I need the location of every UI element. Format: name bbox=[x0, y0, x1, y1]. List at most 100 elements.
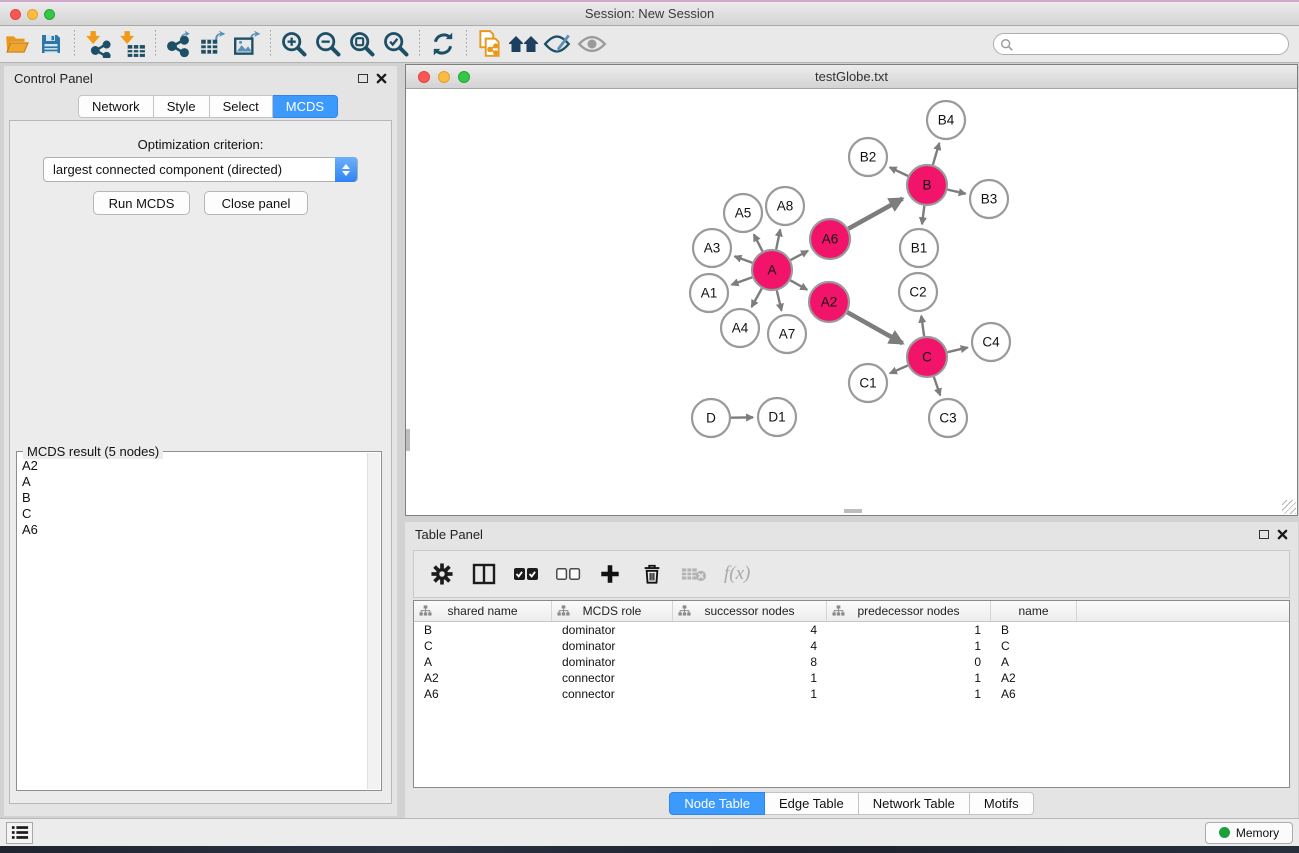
import-table-button[interactable] bbox=[115, 29, 149, 59]
table-cell[interactable]: A6 bbox=[991, 687, 1077, 701]
graph-node[interactable]: A4 bbox=[721, 309, 759, 347]
select-all-button[interactable] bbox=[512, 559, 540, 589]
graph-edge[interactable] bbox=[735, 256, 753, 263]
table-cell[interactable]: 1 bbox=[827, 671, 991, 685]
graph-edge[interactable] bbox=[934, 377, 940, 395]
table-cell[interactable]: 1 bbox=[673, 671, 827, 685]
graph-edge[interactable] bbox=[752, 288, 762, 307]
table-cell[interactable]: A6 bbox=[414, 687, 552, 701]
graph-edge[interactable] bbox=[777, 290, 782, 310]
table-row[interactable]: Bdominator41B bbox=[414, 622, 1289, 638]
close-panel-icon[interactable] bbox=[1277, 529, 1288, 540]
graph-node[interactable]: A3 bbox=[693, 229, 731, 267]
table-cell[interactable]: C bbox=[991, 639, 1077, 653]
result-list-item[interactable]: C bbox=[22, 506, 367, 522]
deselect-all-button[interactable] bbox=[554, 559, 582, 589]
import-network-button[interactable] bbox=[81, 29, 115, 59]
save-session-button[interactable] bbox=[34, 29, 68, 59]
delete-column-button[interactable] bbox=[638, 559, 666, 589]
graph-node[interactable]: B4 bbox=[927, 101, 965, 139]
network-canvas[interactable]: B4B2BB3A5A8A6A3B1AA1C2A2A4A7C4CC1C3DD1 bbox=[406, 89, 1297, 515]
graph-node[interactable]: D1 bbox=[758, 398, 796, 436]
graph-node[interactable]: B2 bbox=[849, 138, 887, 176]
graph-edge[interactable] bbox=[947, 190, 965, 194]
table-cell[interactable]: dominator bbox=[552, 655, 673, 669]
zoom-out-button[interactable] bbox=[311, 29, 345, 59]
table-cell[interactable]: 8 bbox=[673, 655, 827, 669]
network-vscroll-thumb[interactable] bbox=[406, 429, 410, 451]
show-graphics-details-button[interactable] bbox=[541, 29, 575, 59]
network-window-titlebar[interactable]: testGlobe.txt bbox=[406, 65, 1297, 89]
mcds-result-list[interactable]: A2ABCA6 bbox=[18, 456, 367, 789]
graph-edge[interactable] bbox=[922, 206, 924, 224]
table-cell[interactable]: A bbox=[991, 655, 1077, 669]
table-cell[interactable]: A bbox=[414, 655, 552, 669]
window-resize-grip[interactable] bbox=[1282, 500, 1296, 514]
export-network-button[interactable] bbox=[162, 29, 196, 59]
tab-mcds[interactable]: MCDS bbox=[273, 95, 338, 118]
export-table-button[interactable] bbox=[196, 29, 230, 59]
graph-node[interactable]: A bbox=[752, 250, 792, 290]
network-close-button[interactable] bbox=[418, 71, 430, 83]
result-scrollbar[interactable] bbox=[367, 453, 380, 789]
graph-edge[interactable] bbox=[791, 251, 808, 260]
zoom-selected-button[interactable] bbox=[379, 29, 413, 59]
function-builder-button[interactable]: f(x) bbox=[724, 563, 750, 585]
table-cell[interactable]: connector bbox=[552, 671, 673, 685]
table-cell[interactable]: dominator bbox=[552, 623, 673, 637]
close-panel-button[interactable]: Close panel bbox=[204, 191, 308, 215]
split-table-button[interactable] bbox=[470, 559, 498, 589]
graph-node[interactable]: A7 bbox=[768, 315, 806, 353]
search-input[interactable] bbox=[993, 33, 1289, 55]
tab-node-table[interactable]: Node Table bbox=[669, 792, 765, 815]
tab-network-table[interactable]: Network Table bbox=[859, 792, 970, 815]
graph-edge[interactable] bbox=[776, 230, 780, 250]
graph-edge[interactable] bbox=[790, 280, 807, 289]
table-cell[interactable]: B bbox=[991, 623, 1077, 637]
network-hscroll-thumb[interactable] bbox=[844, 509, 862, 513]
houses-button[interactable] bbox=[507, 29, 541, 59]
table-cell[interactable]: dominator bbox=[552, 639, 673, 653]
refresh-view-button[interactable] bbox=[426, 29, 460, 59]
column-header-successor-nodes[interactable]: successor nodes bbox=[673, 601, 827, 621]
column-header-MCDS-role[interactable]: MCDS role bbox=[552, 601, 673, 621]
column-header-shared-name[interactable]: shared name bbox=[414, 601, 552, 621]
task-history-button[interactable] bbox=[6, 822, 33, 844]
close-panel-icon[interactable] bbox=[376, 73, 387, 84]
optimization-criterion-select[interactable]: largest connected component (directed) bbox=[43, 157, 358, 182]
float-panel-icon[interactable] bbox=[1259, 530, 1269, 539]
result-list-item[interactable]: A2 bbox=[22, 458, 367, 474]
graph-node[interactable]: C bbox=[907, 337, 947, 377]
table-cell[interactable]: 0 bbox=[827, 655, 991, 669]
graph-node[interactable]: C4 bbox=[972, 323, 1010, 361]
table-cell[interactable]: 1 bbox=[827, 687, 991, 701]
network-zoom-button[interactable] bbox=[458, 71, 470, 83]
close-window-button[interactable] bbox=[10, 9, 21, 20]
graph-node[interactable]: C2 bbox=[899, 273, 937, 311]
graph-node[interactable]: B1 bbox=[900, 229, 938, 267]
graph-edge[interactable] bbox=[754, 234, 763, 251]
graph-node[interactable]: A2 bbox=[809, 282, 849, 322]
table-row[interactable]: Adominator80A bbox=[414, 654, 1289, 670]
graph-edge[interactable] bbox=[890, 365, 908, 373]
zoom-window-button[interactable] bbox=[44, 9, 55, 20]
table-cell[interactable]: 1 bbox=[673, 687, 827, 701]
eye-button[interactable] bbox=[575, 29, 609, 59]
column-header-predecessor-nodes[interactable]: predecessor nodes bbox=[827, 601, 991, 621]
result-list-item[interactable]: A6 bbox=[22, 522, 367, 538]
graph-node[interactable]: A5 bbox=[724, 194, 762, 232]
table-row[interactable]: A2connector11A2 bbox=[414, 670, 1289, 686]
tab-network[interactable]: Network bbox=[78, 95, 154, 118]
graph-node[interactable]: B bbox=[907, 165, 947, 205]
table-settings-button[interactable] bbox=[428, 559, 456, 589]
graph-edge[interactable] bbox=[890, 167, 908, 176]
duplicate-network-button[interactable] bbox=[473, 29, 507, 59]
table-row[interactable]: A6connector11A6 bbox=[414, 686, 1289, 702]
float-panel-icon[interactable] bbox=[358, 74, 368, 83]
zoom-in-button[interactable] bbox=[277, 29, 311, 59]
table-cell[interactable]: A2 bbox=[414, 671, 552, 685]
table-cell[interactable]: 1 bbox=[827, 639, 991, 653]
column-header-name[interactable]: name bbox=[991, 601, 1077, 621]
graph-node[interactable]: C3 bbox=[929, 399, 967, 437]
tab-style[interactable]: Style bbox=[154, 95, 210, 118]
